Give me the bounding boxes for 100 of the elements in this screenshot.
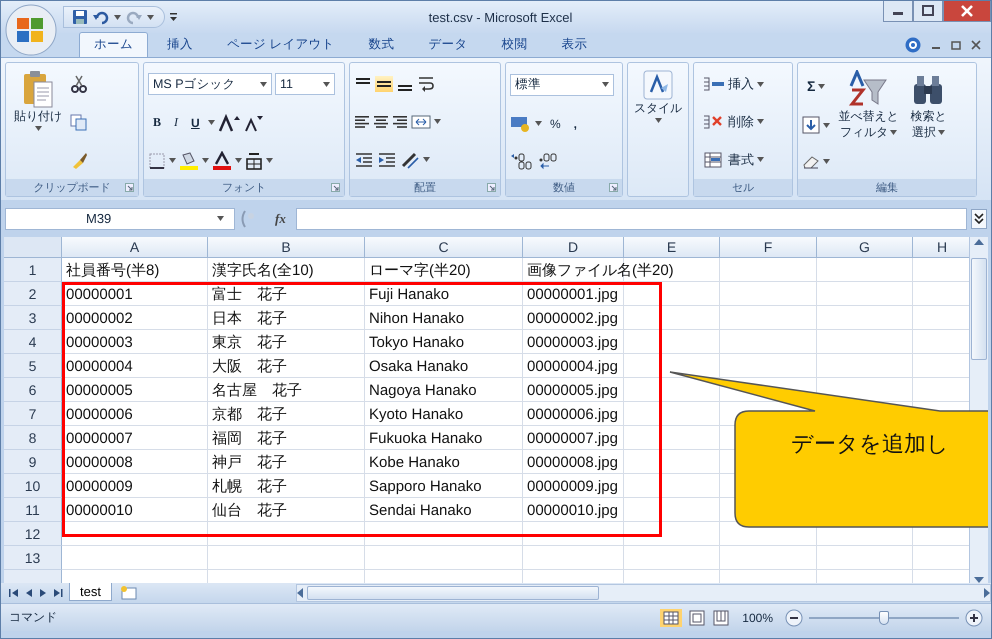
phonetic-icon[interactable]	[245, 150, 263, 171]
dialog-launcher-icon[interactable]	[331, 183, 340, 192]
font-size-field[interactable]: 11	[275, 73, 335, 96]
previous-sheet-icon[interactable]	[25, 589, 33, 597]
align-left-icon[interactable]	[354, 114, 370, 129]
align-center-icon[interactable]	[373, 114, 389, 129]
align-right-icon[interactable]	[392, 114, 408, 129]
row-header[interactable]: 6	[4, 378, 62, 402]
cells-button[interactable]: 書式	[698, 148, 788, 171]
row-header[interactable]: 7	[4, 402, 62, 426]
fill-color-icon[interactable]	[179, 150, 199, 171]
column-header[interactable]: C	[365, 237, 523, 258]
scroll-left-icon[interactable]	[296, 588, 303, 598]
minimize-icon[interactable]	[883, 1, 913, 22]
normal-view-icon[interactable]	[660, 608, 682, 626]
grow-font-icon[interactable]	[218, 114, 240, 132]
copy-icon[interactable]	[70, 112, 88, 131]
insert-function-button[interactable]: fx	[269, 210, 292, 226]
expand-icon[interactable]	[971, 208, 987, 228]
save-icon[interactable]	[72, 9, 88, 25]
column-header[interactable]: H	[913, 237, 969, 258]
first-sheet-icon[interactable]	[9, 589, 19, 597]
sum-button[interactable]: Σ	[802, 75, 830, 97]
ribbon-tab[interactable]: 校閲	[486, 32, 542, 57]
orientation-icon[interactable]	[400, 150, 420, 169]
font-name-field[interactable]: MS Pゴシック	[148, 73, 272, 96]
close-icon[interactable]	[971, 40, 981, 50]
number-format-field[interactable]: 標準	[510, 74, 614, 96]
row-header[interactable]: 3	[4, 306, 62, 330]
comma-button[interactable]: ,	[568, 112, 582, 135]
formula-input[interactable]	[296, 208, 967, 230]
zoom-slider-thumb[interactable]	[879, 610, 889, 624]
row-header[interactable]: 10	[4, 474, 62, 498]
table-cell: Osaka Hanako	[369, 358, 468, 374]
column-header[interactable]: B	[208, 237, 365, 258]
name-box[interactable]: M39	[5, 208, 235, 230]
maximize-icon[interactable]	[913, 1, 943, 22]
caret-icon	[169, 158, 176, 164]
borders-icon[interactable]	[148, 152, 166, 170]
find-select-button[interactable]: 検索と 選択	[906, 67, 950, 177]
row-header[interactable]: 2	[4, 282, 62, 306]
ribbon-tab[interactable]: 表示	[546, 32, 602, 57]
font-style-button[interactable]: I	[169, 112, 184, 134]
horizontal-scrollbar[interactable]	[306, 586, 599, 600]
merge-cells-icon[interactable]	[411, 114, 431, 130]
increase-decimal-icon[interactable]	[510, 152, 534, 170]
cells-button[interactable]: 削除	[698, 110, 788, 133]
restore-icon[interactable]	[951, 40, 961, 50]
zoom-in-icon[interactable]	[965, 608, 983, 626]
scissors-icon[interactable]	[70, 75, 88, 94]
zoom-level[interactable]: 100%	[736, 610, 779, 624]
table-cell: 京都 花子	[212, 404, 287, 424]
column-header[interactable]: E	[624, 237, 720, 258]
vertical-scrollbar[interactable]	[971, 258, 987, 360]
wrap-text-icon[interactable]	[417, 75, 435, 94]
dialog-launcher-icon[interactable]	[487, 183, 496, 192]
row-header[interactable]: 13	[4, 546, 62, 570]
increase-indent-icon[interactable]	[377, 152, 397, 168]
row-header[interactable]: 9	[4, 450, 62, 474]
font-style-button[interactable]: B	[148, 112, 166, 134]
row-header[interactable]: 8	[4, 426, 62, 450]
percent-button[interactable]: %	[545, 112, 566, 135]
ribbon-tab[interactable]: ホーム	[79, 32, 148, 57]
row-header[interactable]: 11	[4, 498, 62, 522]
scroll-up-icon[interactable]	[974, 239, 984, 245]
row-header[interactable]: 4	[4, 330, 62, 354]
next-sheet-icon[interactable]	[39, 589, 47, 597]
sheet-tab[interactable]: test	[69, 583, 112, 601]
page-layout-icon[interactable]	[688, 608, 706, 626]
dialog-launcher-icon[interactable]	[125, 183, 134, 192]
page-break-icon[interactable]	[712, 608, 730, 626]
fill-down-icon[interactable]	[802, 116, 820, 134]
undo-icon[interactable]	[93, 9, 109, 25]
zoom-out-icon[interactable]	[785, 608, 803, 626]
paste-button[interactable]: 貼り付け	[10, 67, 66, 177]
scroll-right-icon[interactable]	[984, 588, 990, 598]
ribbon-tab[interactable]: 挿入	[152, 32, 208, 57]
close-icon[interactable]	[943, 1, 991, 22]
column-header[interactable]: A	[62, 237, 208, 258]
cells-button[interactable]: 挿入	[698, 73, 788, 96]
dialog-launcher-icon[interactable]	[609, 183, 618, 192]
ribbon-tab[interactable]: ページ レイアウト	[212, 32, 350, 57]
customize-icon[interactable]	[169, 12, 178, 22]
sort-filter-button[interactable]: 並べ替えと フィルタ	[834, 67, 902, 177]
last-sheet-icon[interactable]	[53, 589, 63, 597]
font-style-button[interactable]: U	[186, 112, 205, 134]
column-header[interactable]: G	[817, 237, 913, 258]
shrink-font-icon[interactable]	[242, 114, 263, 132]
ribbon-tab[interactable]: 数式	[353, 32, 410, 57]
row-header[interactable]: 1	[4, 258, 62, 282]
column-header[interactable]: F	[720, 237, 817, 258]
ribbon-tab[interactable]: データ	[413, 32, 482, 57]
column-header[interactable]: D	[523, 237, 624, 258]
decrease-indent-icon[interactable]	[354, 152, 374, 168]
help-icon[interactable]	[905, 37, 921, 53]
window-title: test.csv - Microsoft Excel	[428, 10, 574, 24]
row-header[interactable]: 5	[4, 354, 62, 378]
currency-icon[interactable]	[510, 114, 532, 133]
row-header[interactable]: 12	[4, 522, 62, 546]
font-color-icon[interactable]	[212, 150, 232, 171]
